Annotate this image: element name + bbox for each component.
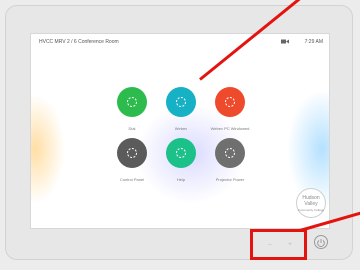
annotation-highlight-box bbox=[250, 229, 307, 260]
college-logo: Hudson Valley Community College bbox=[296, 188, 326, 218]
power-icon[interactable] bbox=[215, 138, 245, 168]
room-title: HVCC MRV 2 / 6 Conference Room bbox=[39, 39, 119, 45]
status-bar: HVCC MRV 2 / 6 Conference Room 7:29 AM bbox=[31, 34, 329, 48]
tile-projector-power[interactable]: Projector Power bbox=[200, 138, 260, 182]
tile-webex-pc-windowed[interactable]: Webex PC Windowed bbox=[200, 87, 260, 131]
help-icon[interactable] bbox=[166, 138, 196, 168]
camera-icon[interactable] bbox=[281, 39, 289, 44]
webex-icon[interactable] bbox=[166, 87, 196, 117]
power-icon[interactable] bbox=[314, 235, 328, 249]
touch-screen: HVCC MRV 2 / 6 Conference Room 7:29 AM D… bbox=[30, 33, 330, 229]
control-icon[interactable] bbox=[117, 138, 147, 168]
share-icon[interactable] bbox=[215, 87, 245, 117]
tile-label: Webex PC Windowed bbox=[210, 126, 250, 131]
dial-icon[interactable] bbox=[117, 87, 147, 117]
ambient-glow-left bbox=[31, 94, 65, 204]
logo-line-3: Community College bbox=[297, 208, 325, 212]
tile-label: Projector Power bbox=[215, 177, 245, 182]
clock: 7:29 AM bbox=[304, 39, 323, 45]
